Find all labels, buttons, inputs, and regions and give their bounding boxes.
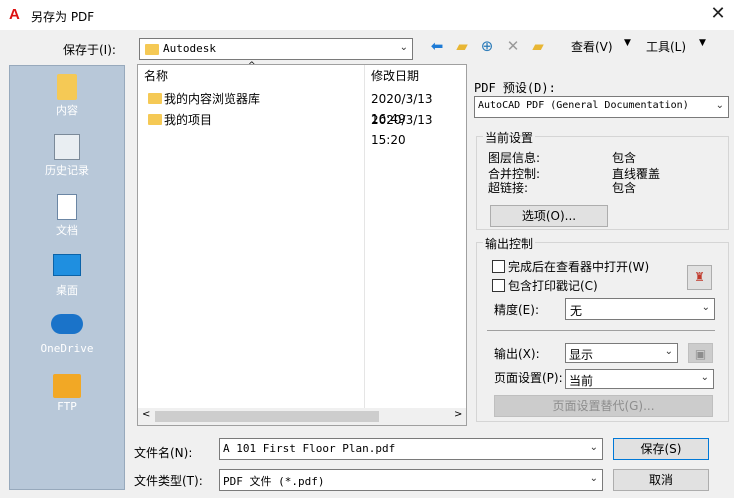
output-control-title: 输出控制	[483, 235, 536, 252]
place-ftp[interactable]: FTP	[10, 374, 124, 413]
place-history[interactable]: 历史记录	[10, 134, 124, 178]
page-setup-value: 当前	[569, 374, 594, 388]
document-icon	[57, 194, 77, 220]
list-item[interactable]: 我的内容浏览器库 2020/3/13 16:49	[138, 89, 466, 126]
up-folder-icon[interactable]: ▰	[452, 36, 472, 56]
tools-menu[interactable]: 工具(L)	[646, 38, 686, 55]
pdf-preset-label: PDF 预设(D):	[474, 81, 556, 95]
setting-key: 图层信息:	[488, 151, 541, 165]
page-setup-dropdown[interactable]: 当前 ⌄	[565, 369, 714, 389]
page-setup-override-button[interactable]: 页面设置替代(G)...	[494, 395, 713, 417]
pdf-preset-dropdown[interactable]: AutoCAD PDF (General Documentation) ⌄	[474, 96, 729, 118]
chevron-down-icon: ⌄	[701, 302, 710, 313]
back-icon[interactable]: ⬅	[427, 36, 447, 56]
setting-value: 包含	[612, 181, 637, 195]
scrollbar-thumb[interactable]	[155, 411, 379, 422]
filetype-dropdown[interactable]: PDF 文件 (*.pdf) ⌄	[219, 469, 603, 491]
setting-key: 超链接:	[488, 181, 529, 195]
place-label: 桌面	[56, 284, 78, 297]
filename-label: 文件名(N):	[134, 446, 193, 460]
divider	[487, 330, 715, 331]
output-dropdown[interactable]: 显示 ⌄	[565, 343, 678, 363]
place-onedrive[interactable]: OneDrive	[10, 314, 124, 355]
output-preview-button[interactable]: ▣	[688, 343, 713, 363]
output-label: 输出(X):	[494, 347, 540, 361]
column-header-date[interactable]: 修改日期	[365, 65, 467, 87]
window-title: 另存为 PDF	[31, 10, 95, 24]
precision-dropdown[interactable]: 无 ⌄	[565, 298, 715, 320]
tools-dropdown-icon[interactable]: ▼	[699, 38, 706, 48]
list-item[interactable]: 我的项目 2020/3/13 15:20	[138, 110, 466, 147]
file-name: 我的内容浏览器库	[164, 92, 261, 106]
view-menu[interactable]: 查看(V)	[571, 38, 613, 55]
ftp-folder-icon	[53, 374, 81, 398]
save-in-value: Autodesk	[163, 42, 216, 55]
sort-arrow-icon: ^	[248, 61, 256, 71]
stamp-settings-button[interactable]: ♜	[687, 265, 712, 290]
file-name: 我的项目	[164, 113, 213, 127]
page-setup-label: 页面设置(P):	[494, 371, 563, 385]
new-folder-icon[interactable]: ▰	[528, 36, 548, 56]
pdf-preset-value: AutoCAD PDF (General Documentation)	[478, 100, 689, 111]
places-bar: 内容 历史记录 文档 桌面 OneDrive FTP	[9, 65, 125, 490]
place-content[interactable]: 内容	[10, 74, 124, 118]
filename-value: A 101 First Floor Plan.pdf	[223, 442, 396, 455]
chevron-down-icon: ⌄	[700, 372, 709, 383]
place-label: FTP	[57, 400, 77, 413]
checkbox-box[interactable]	[492, 279, 505, 292]
chevron-down-icon: ⌄	[399, 42, 408, 53]
scroll-right-icon[interactable]: >	[454, 409, 462, 420]
folder-icon	[57, 74, 77, 100]
search-web-icon[interactable]: ⊕	[477, 36, 497, 56]
save-button[interactable]: 保存(S)	[613, 438, 709, 460]
options-button[interactable]: 选项(O)...	[490, 205, 608, 227]
folder-icon	[148, 114, 162, 125]
horizontal-scrollbar[interactable]: < >	[138, 408, 466, 425]
cloud-icon	[51, 314, 83, 334]
save-in-label: 保存于(I):	[63, 43, 116, 57]
checkbox-box[interactable]	[492, 260, 505, 273]
autocad-logo-icon: A	[9, 6, 20, 23]
scroll-left-icon[interactable]: <	[142, 409, 150, 420]
title-bar: A 另存为 PDF ✕	[0, 0, 734, 30]
filename-input[interactable]: A 101 First Floor Plan.pdf ⌄	[219, 438, 603, 460]
precision-label: 精度(E):	[494, 303, 539, 317]
cancel-button[interactable]: 取消	[613, 469, 709, 491]
file-date: 2020/3/13 15:20	[371, 113, 433, 147]
chevron-down-icon: ⌄	[589, 442, 598, 453]
place-label: 内容	[56, 104, 78, 117]
checkbox-label: 包含打印戳记(C)	[508, 279, 598, 293]
checkbox-label: 完成后在查看器中打开(W)	[508, 260, 650, 274]
place-label: OneDrive	[40, 342, 94, 355]
current-settings-title: 当前设置	[483, 129, 536, 146]
delete-icon[interactable]: ✕	[503, 36, 523, 56]
file-list[interactable]: 名称 ^ 修改日期 我的内容浏览器库 2020/3/13 16:49 我的项目 …	[137, 61, 467, 426]
precision-value: 无	[570, 304, 583, 318]
filetype-value: PDF 文件 (*.pdf)	[223, 475, 325, 488]
open-in-viewer-checkbox[interactable]: 完成后在查看器中打开(W)	[492, 258, 649, 275]
chevron-down-icon: ⌄	[715, 100, 724, 111]
chevron-down-icon: ⌄	[664, 346, 673, 357]
place-label: 历史记录	[45, 164, 89, 177]
place-label: 文档	[56, 224, 78, 237]
view-dropdown-icon[interactable]: ▼	[624, 38, 631, 48]
output-value: 显示	[569, 348, 594, 362]
place-desktop[interactable]: 桌面	[10, 254, 124, 298]
include-stamp-checkbox[interactable]: 包含打印戳记(C)	[492, 277, 598, 294]
chevron-down-icon: ⌄	[589, 473, 598, 484]
desktop-icon	[53, 254, 81, 276]
folder-icon	[148, 93, 162, 104]
close-icon[interactable]: ✕	[708, 4, 728, 24]
setting-value: 包含	[612, 151, 637, 165]
folder-icon	[145, 44, 159, 55]
save-in-dropdown[interactable]: Autodesk ⌄	[139, 38, 413, 60]
filetype-label: 文件类型(T):	[134, 474, 203, 488]
history-icon	[54, 134, 80, 160]
place-documents[interactable]: 文档	[10, 194, 124, 238]
